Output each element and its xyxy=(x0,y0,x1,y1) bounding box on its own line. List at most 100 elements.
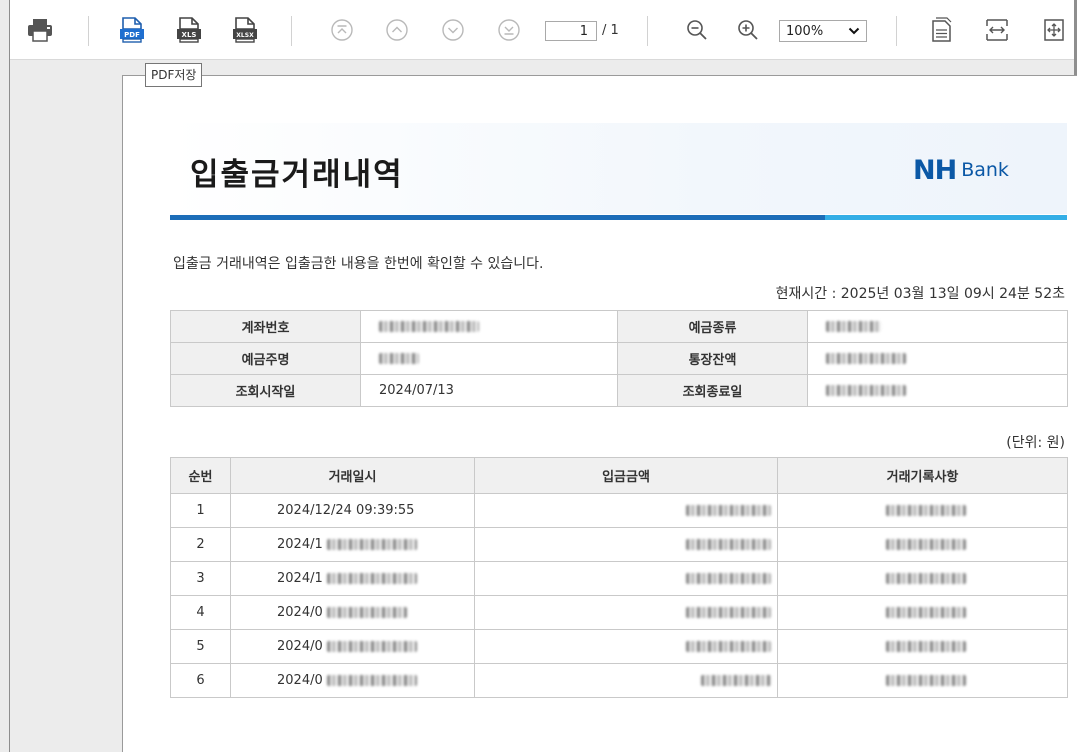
owner-label: 예금주명 xyxy=(170,342,361,375)
account-no-value xyxy=(360,310,618,343)
first-page-icon xyxy=(331,19,353,41)
save-xlsx-button[interactable]: XLSX xyxy=(230,15,260,45)
title-underline-sky xyxy=(825,215,1067,220)
tooltip-pdf-save: PDF저장 xyxy=(145,63,203,87)
first-page-button[interactable] xyxy=(327,15,357,45)
redacted-value xyxy=(701,675,771,686)
column-header-date: 거래일시 xyxy=(230,457,475,494)
zoom-in-button[interactable] xyxy=(733,15,763,45)
toolbar-separator xyxy=(291,16,292,46)
redacted-value xyxy=(826,385,906,396)
info-row: 예금주명 통장잔액 xyxy=(170,342,1068,375)
info-row: 조회시작일 2024/07/13 조회종료일 xyxy=(170,374,1068,407)
row-memo xyxy=(777,493,1068,528)
pdf-file-icon: PDF xyxy=(120,17,144,43)
redacted-value xyxy=(686,573,771,584)
chevron-down-circle-icon xyxy=(442,19,464,41)
print-button[interactable] xyxy=(25,15,55,45)
fit-page-icon xyxy=(1044,19,1064,41)
save-pdf-button[interactable]: PDF xyxy=(117,15,147,45)
table-row: 1 2024/12/24 09:39:55 xyxy=(170,493,1068,528)
start-date-value: 2024/07/13 xyxy=(360,374,618,407)
title-underline-blue xyxy=(170,215,825,220)
redacted-value xyxy=(826,321,881,332)
row-memo xyxy=(777,561,1068,596)
redacted-value xyxy=(686,641,771,652)
table-header-row: 순번 거래일시 입금금액 거래기록사항 xyxy=(170,457,1068,494)
toolbar-separator xyxy=(88,16,89,46)
account-info-table: 계좌번호 예금종류 예금주명 통장잔액 조회시작일 2024/07/13 조회종… xyxy=(170,310,1068,407)
balance-value xyxy=(807,342,1068,375)
row-amount xyxy=(474,663,778,698)
redacted-value xyxy=(379,353,419,364)
owner-value xyxy=(360,342,618,375)
table-row: 3 2024/1 xyxy=(170,561,1068,596)
row-seq: 1 xyxy=(170,493,231,528)
zoom-value: 100% xyxy=(786,23,824,39)
row-date-text: 2024/0 xyxy=(277,605,323,620)
redacted-value xyxy=(886,539,966,550)
chevron-up-circle-icon xyxy=(386,19,408,41)
row-amount xyxy=(474,561,778,596)
row-date: 2024/1 xyxy=(230,561,475,596)
row-date: 2024/12/24 09:39:55 xyxy=(230,493,475,528)
transaction-table: 순번 거래일시 입금금액 거래기록사항 1 2024/12/24 09:39:5… xyxy=(170,457,1068,698)
previous-page-button[interactable] xyxy=(382,15,412,45)
row-seq: 2 xyxy=(170,527,231,562)
row-date-text: 2024/1 xyxy=(277,571,323,586)
table-row: 4 2024/0 xyxy=(170,595,1068,630)
redacted-value xyxy=(326,573,417,584)
row-memo xyxy=(777,595,1068,630)
row-memo xyxy=(777,629,1068,664)
redacted-value xyxy=(826,353,906,364)
end-date-label: 조회종료일 xyxy=(617,374,808,407)
row-memo xyxy=(777,527,1068,562)
logo-nh-text: NH xyxy=(913,154,957,186)
report-description: 입출금 거래내역은 입출금한 내용을 한번에 확인할 수 있습니다. xyxy=(173,256,544,272)
redacted-value xyxy=(686,607,771,618)
row-memo xyxy=(777,663,1068,698)
row-amount xyxy=(474,493,778,528)
table-row: 5 2024/0 xyxy=(170,629,1068,664)
row-seq: 4 xyxy=(170,595,231,630)
balance-label: 통장잔액 xyxy=(617,342,808,375)
row-date: 2024/0 xyxy=(230,595,475,630)
fit-page-button[interactable] xyxy=(1039,15,1069,45)
redacted-value xyxy=(886,675,966,686)
zoom-out-icon xyxy=(687,20,707,40)
unit-label: (단위: 원) xyxy=(1006,435,1065,451)
row-date: 2024/0 xyxy=(230,663,475,698)
chevron-down-icon xyxy=(848,27,860,35)
logo-bank-text: Bank xyxy=(961,159,1009,181)
column-header-seq: 순번 xyxy=(170,457,231,494)
report-viewer-toolbar: PDF XLS XLSX 1 / 1 100% xyxy=(10,0,1074,60)
row-amount xyxy=(474,595,778,630)
column-header-amount: 입금금액 xyxy=(474,457,778,494)
end-date-value xyxy=(807,374,1068,407)
redacted-value xyxy=(379,321,479,332)
save-xls-button[interactable]: XLS xyxy=(174,15,204,45)
redacted-value xyxy=(886,641,966,652)
row-date-text: 2024/1 xyxy=(277,537,323,552)
row-seq: 3 xyxy=(170,561,231,596)
redacted-value xyxy=(326,539,417,550)
svg-text:XLS: XLS xyxy=(182,31,197,39)
zoom-in-icon xyxy=(738,20,758,40)
next-page-button[interactable] xyxy=(438,15,468,45)
last-page-button[interactable] xyxy=(494,15,524,45)
row-date: 2024/1 xyxy=(230,527,475,562)
current-time: 현재시간 : 2025년 03월 13일 09시 24분 52초 xyxy=(775,286,1065,302)
zoom-out-button[interactable] xyxy=(682,15,712,45)
redacted-value xyxy=(686,539,771,550)
row-date-text: 2024/0 xyxy=(277,673,323,688)
zoom-select[interactable]: 100% xyxy=(779,20,867,42)
fit-width-button[interactable] xyxy=(982,15,1012,45)
toolbar-separator xyxy=(647,16,648,46)
redacted-value xyxy=(886,505,966,516)
table-row: 6 2024/0 xyxy=(170,663,1068,698)
page-number-input[interactable] xyxy=(545,21,597,41)
page-view-button[interactable] xyxy=(927,15,957,45)
row-amount xyxy=(474,629,778,664)
redacted-value xyxy=(886,573,966,584)
table-row: 2 2024/1 xyxy=(170,527,1068,562)
